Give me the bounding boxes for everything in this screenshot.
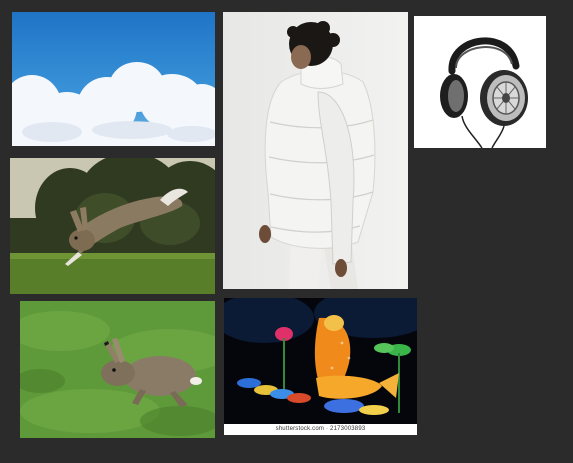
running-hare-picture [20,301,215,438]
leaping-hare-picture [10,158,215,294]
sky-clouds-image[interactable] [12,12,215,146]
running-hare-image[interactable] [20,301,215,438]
headphones-picture [414,16,546,148]
white-puffer-jacket-image[interactable] [223,12,408,289]
leaping-hare-image[interactable] [10,158,215,294]
fish-lantern-image[interactable]: shutterstock.com · 2173003893 [224,298,417,435]
sky-clouds-picture [12,12,215,146]
headphones-image[interactable] [414,16,546,148]
jacket-model-picture [223,12,408,289]
image-grid: shutterstock.com · 2173003893 [0,0,573,463]
watermark-credit: shutterstock.com · 2173003893 [224,424,417,435]
fish-lantern-picture [224,298,417,424]
